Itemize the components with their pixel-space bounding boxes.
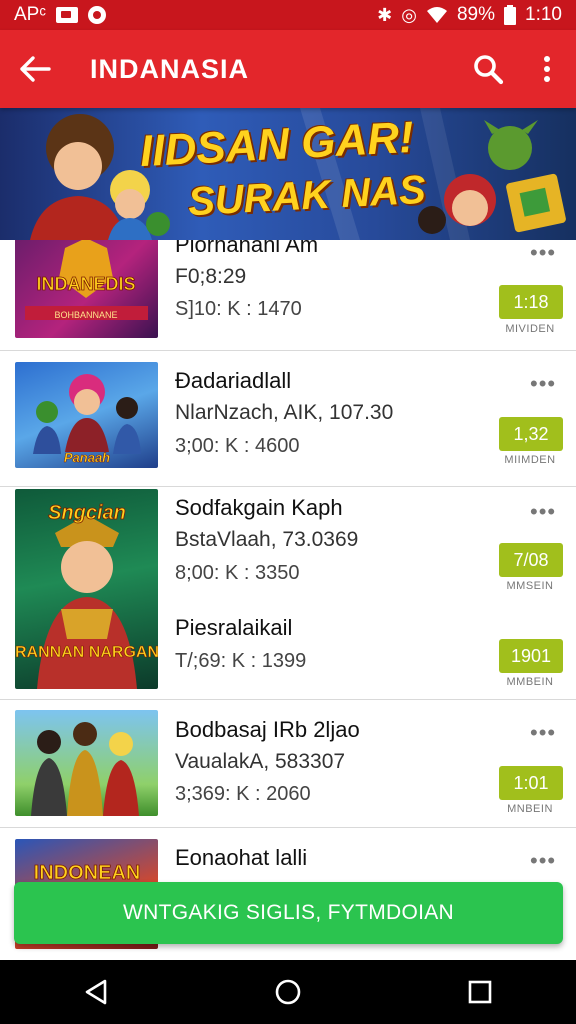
item-menu-button[interactable]: ••• bbox=[530, 242, 556, 264]
list-item[interactable]: Panaah Ðadariadlall NlarNzach, AIK, 107.… bbox=[0, 351, 576, 487]
thumbnail-title: INDANEDIS bbox=[36, 274, 135, 294]
back-button[interactable] bbox=[0, 30, 70, 108]
badge-caption: MIVIDEN bbox=[505, 323, 555, 335]
game-title: Ðadariadlall bbox=[175, 368, 292, 393]
thumbnail-art: Sngcian RANNAN NARGAN bbox=[15, 502, 158, 689]
triangle-back-icon bbox=[85, 979, 107, 1005]
rating-badge[interactable]: 1:18 bbox=[499, 285, 563, 319]
app-title: INDANASIA bbox=[90, 53, 250, 84]
sync-icon bbox=[88, 6, 107, 24]
screen: APᶜ ✱ ◎ 89% 1:10 INDANASIA IIDSAN GAR! S… bbox=[0, 0, 576, 1024]
nav-back-button[interactable] bbox=[66, 962, 126, 1022]
badge-caption: MMBEIN bbox=[506, 676, 554, 688]
badge-caption: MIIMDEN bbox=[504, 454, 556, 466]
rating-badge[interactable]: 7/08 bbox=[499, 543, 563, 577]
thumbnail-art: Panaah bbox=[33, 374, 141, 465]
wifi-icon bbox=[426, 7, 447, 23]
square-recents-icon bbox=[468, 980, 492, 1004]
status-bar: APᶜ ✱ ◎ 89% 1:10 bbox=[0, 0, 576, 30]
game-title: Plorhanani Am bbox=[175, 240, 319, 257]
list-item[interactable]: Bodbasaj IRb 2ljao VaualakA, 583307 3;36… bbox=[0, 700, 576, 828]
badge-caption: MMSEIN bbox=[506, 580, 554, 592]
game-price: 8;00: K : 3350 bbox=[175, 562, 300, 584]
game-meta: VaualakA, 583307 bbox=[175, 750, 346, 773]
game-thumbnail: INDANEDIS BOHBANNANE bbox=[15, 240, 158, 338]
game-thumbnail bbox=[15, 710, 158, 816]
system-nav-bar bbox=[0, 960, 576, 1024]
thumbnail-subtitle: BOHBANNANE bbox=[54, 310, 117, 320]
alarm-icon: ◎ bbox=[401, 5, 417, 25]
carrier-label: APᶜ bbox=[14, 4, 47, 25]
thumbnail-art bbox=[31, 722, 139, 816]
search-icon bbox=[474, 55, 504, 85]
game-thumbnail: Panaah bbox=[15, 362, 158, 468]
game-title: Piesralaikail bbox=[175, 615, 293, 640]
item-menu-button[interactable]: ••• bbox=[530, 373, 556, 395]
clock: 1:10 bbox=[525, 4, 562, 25]
nav-home-button[interactable] bbox=[258, 962, 318, 1022]
game-price: S]10: K : 1470 bbox=[175, 298, 302, 320]
status-right: ✱ ◎ 89% 1:10 bbox=[377, 4, 562, 26]
circle-home-icon bbox=[275, 979, 301, 1005]
rating-badge[interactable]: 1901 bbox=[499, 639, 563, 673]
battery-icon bbox=[504, 5, 517, 25]
game-meta: NlarNzach, AIK, 107.30 bbox=[175, 401, 394, 424]
rating-badge[interactable]: 1,32 bbox=[499, 417, 563, 451]
bluetooth-icon: ✱ bbox=[377, 5, 393, 25]
game-list: INDANEDIS BOHBANNANE Plorhanani Am F0;8:… bbox=[0, 240, 576, 960]
game-title: Eonaohat lalli bbox=[175, 845, 308, 870]
game-price: 3;00: K : 4600 bbox=[175, 435, 300, 457]
more-options-button[interactable] bbox=[518, 30, 576, 108]
game-meta: F0;8:29 bbox=[175, 265, 247, 288]
primary-action-button[interactable]: WNTGAKIG SIGLIS, FYTMDOIAN bbox=[14, 882, 563, 944]
promo-banner[interactable]: IIDSAN GAR! SURAK NAS bbox=[0, 108, 576, 240]
game-title: Sodfakgain Kaph bbox=[175, 495, 343, 520]
thumbnail-title: INDONEAN bbox=[34, 862, 141, 884]
notification-icon bbox=[56, 7, 79, 23]
arrow-left-icon bbox=[20, 56, 51, 82]
thumbnail-title: Panaah bbox=[64, 450, 110, 465]
list-item[interactable]: Sngcian RANNAN NARGAN Sodfakgain Kaph Bs… bbox=[0, 487, 576, 700]
game-meta: BstaVlaah, 73.0369 bbox=[175, 528, 359, 551]
app-bar: INDANASIA bbox=[0, 30, 576, 108]
thumbnail-title: Sngcian bbox=[48, 502, 126, 524]
thumbnail-art: INDANEDIS BOHBANNANE bbox=[25, 240, 148, 320]
game-price: 3;369: K : 2060 bbox=[175, 783, 311, 805]
game-price: T/;69: K : 1399 bbox=[175, 650, 307, 672]
item-menu-button[interactable]: ••• bbox=[530, 722, 556, 744]
nav-recents-button[interactable] bbox=[450, 962, 510, 1022]
thumbnail-subtitle: RANNAN NARGAN bbox=[15, 644, 158, 661]
search-button[interactable] bbox=[458, 30, 518, 108]
list-item[interactable]: INDANEDIS BOHBANNANE Plorhanani Am F0;8:… bbox=[0, 240, 576, 351]
game-thumbnail: Sngcian RANNAN NARGAN bbox=[15, 489, 158, 689]
item-menu-button[interactable]: ••• bbox=[530, 850, 556, 872]
battery-percent: 89% bbox=[456, 4, 496, 25]
rating-badge[interactable]: 1:01 bbox=[499, 766, 563, 800]
item-menu-button[interactable]: ••• bbox=[530, 501, 556, 523]
status-left: APᶜ bbox=[14, 4, 107, 26]
more-vert-icon bbox=[544, 56, 550, 82]
game-title: Bodbasaj IRb 2ljao bbox=[175, 717, 360, 742]
badge-caption: MNBEIN bbox=[507, 803, 553, 815]
